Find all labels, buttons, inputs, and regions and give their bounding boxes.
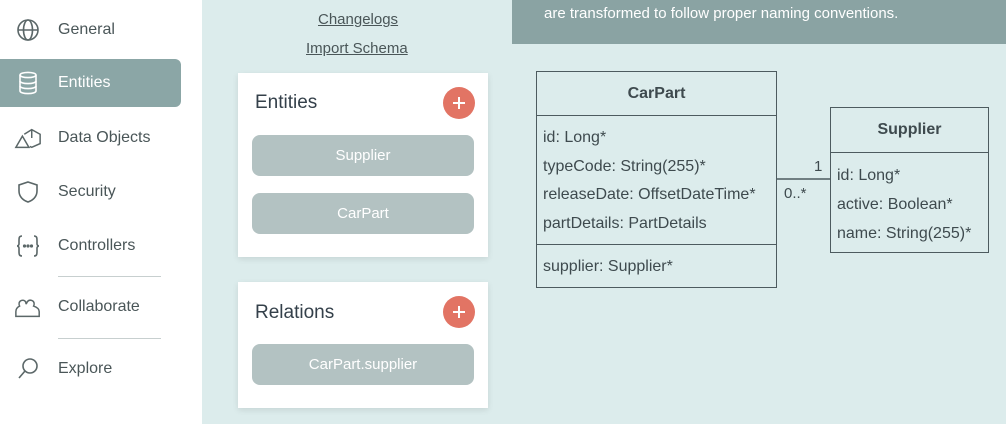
entities-card-title: Entities — [255, 92, 318, 113]
sidebar-divider — [58, 338, 161, 339]
sidebar-divider — [58, 276, 161, 277]
uml-attribute: active: Boolean* — [837, 196, 953, 213]
braces-icon — [14, 232, 42, 260]
magnifier-icon — [14, 355, 42, 383]
entity-item-carpart[interactable]: CarPart — [252, 193, 474, 234]
relations-card: Relations CarPart.supplier — [238, 282, 488, 408]
plus-icon — [453, 306, 465, 318]
sidebar-item-label: Controllers — [58, 237, 136, 254]
entities-card: Entities Supplier CarPart — [238, 73, 488, 257]
uml-attribute: id: Long* — [543, 129, 607, 146]
sidebar-item-collaborate[interactable]: Collaborate — [0, 283, 181, 331]
people-icon — [14, 293, 42, 321]
sidebar-item-label: General — [58, 21, 115, 38]
sidebar-item-data-objects[interactable]: Data Objects — [0, 114, 181, 162]
uml-class-name: Supplier — [831, 108, 988, 153]
info-banner: are transformed to follow proper naming … — [512, 0, 1006, 44]
add-entity-button[interactable] — [443, 87, 475, 119]
sidebar-item-label: Entities — [58, 74, 111, 91]
sidebar-item-controllers[interactable]: Controllers — [0, 222, 181, 270]
relation-item-carpart-supplier[interactable]: CarPart.supplier — [252, 344, 474, 385]
multiplicity-carpart-end: 0..* — [784, 185, 807, 202]
uml-relation-attribute: supplier: Supplier* — [543, 258, 673, 275]
uml-class-supplier[interactable]: Supplier id: Long* active: Boolean* name… — [830, 107, 989, 253]
sidebar-item-general[interactable]: General — [0, 6, 181, 54]
sidebar-item-label: Collaborate — [58, 298, 140, 315]
uml-attribute: id: Long* — [837, 167, 901, 184]
relations-card-title: Relations — [255, 302, 335, 323]
sidebar: General Entities Data Objects Security C… — [0, 0, 202, 424]
sidebar-item-label: Explore — [58, 360, 113, 377]
sidebar-item-security[interactable]: Security — [0, 168, 181, 216]
import-schema-link[interactable]: Import Schema — [306, 40, 408, 57]
uml-attribute: releaseDate: OffsetDateTime* — [543, 186, 756, 203]
entity-item-supplier[interactable]: Supplier — [252, 135, 474, 176]
uml-attribute: typeCode: String(255)* — [543, 157, 706, 175]
uml-class-carpart[interactable]: CarPart id: Long* typeCode: String(255)*… — [536, 71, 777, 288]
sidebar-item-explore[interactable]: Explore — [0, 345, 181, 393]
globe-icon — [14, 16, 42, 44]
shapes-icon — [14, 124, 42, 152]
plus-icon — [453, 97, 465, 109]
sidebar-item-entities[interactable]: Entities — [0, 59, 181, 107]
uml-attribute: partDetails: PartDetails — [543, 214, 707, 232]
shield-icon — [14, 178, 42, 206]
sidebar-item-label: Security — [58, 183, 116, 200]
database-icon — [14, 69, 42, 97]
uml-class-name: CarPart — [537, 72, 776, 116]
multiplicity-supplier-end: 1 — [814, 158, 823, 175]
uml-attribute: name: String(255)* — [837, 225, 972, 242]
changelogs-link[interactable]: Changelogs — [318, 11, 398, 28]
sidebar-item-label: Data Objects — [58, 129, 151, 146]
add-relation-button[interactable] — [443, 296, 475, 328]
